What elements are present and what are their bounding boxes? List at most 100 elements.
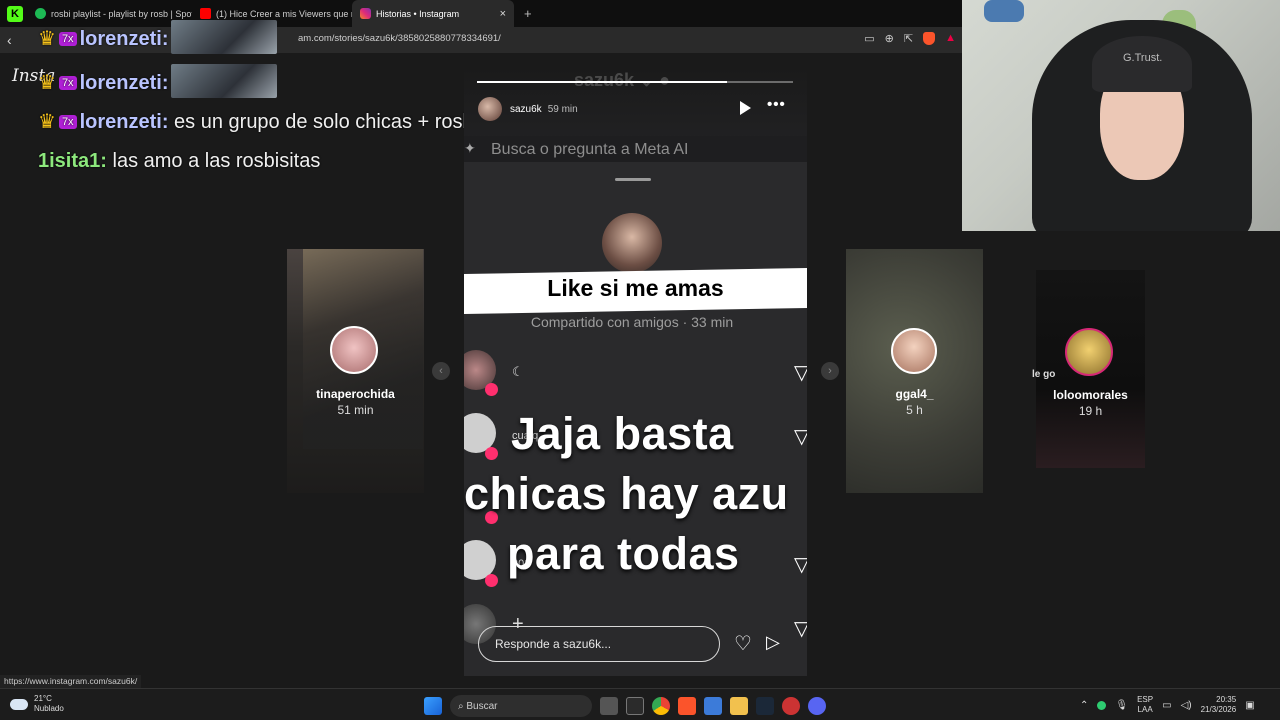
next-story-icon[interactable]: ›: [821, 362, 839, 380]
address-bar-actions: ▭ ⊕ ⇱ ▲: [864, 32, 956, 45]
meta-ai-search[interactable]: ✦ Busca o pregunta a Meta AI: [464, 136, 807, 162]
story-username[interactable]: sazu6k: [510, 104, 542, 115]
spotify-icon: [35, 8, 46, 19]
shared-text: Compartido con amigos · 33 min: [530, 314, 734, 330]
instagram-icon: [360, 8, 371, 19]
like-heart-icon[interactable]: ♡: [734, 631, 752, 656]
tab-instagram[interactable]: Historias • Instagram ×: [352, 0, 514, 27]
brave-icon[interactable]: [678, 697, 696, 715]
new-tab-button[interactable]: +: [524, 6, 532, 21]
chat-colon: :: [161, 111, 169, 133]
story-preview-card[interactable]: tinaperochida 51 min: [287, 249, 424, 493]
weather-widget[interactable]: 21°C Nublado: [10, 694, 64, 714]
system-tray: ⌃ 🎙 ESP LAA ▭ ◁) 20:35 21/3/2026 ▣: [1080, 695, 1255, 715]
crown-icon: ♛: [38, 28, 56, 50]
story-headline: Like si me amas: [547, 275, 724, 301]
taskbar-apps: ⌕ Buscar: [424, 695, 826, 717]
heart-icon: [485, 574, 498, 587]
preview-username: ggal4_: [895, 387, 934, 401]
close-tab-icon[interactable]: ×: [500, 8, 506, 20]
status-dot-icon: [1097, 700, 1107, 710]
volume-icon[interactable]: ◁): [1181, 700, 1192, 711]
youtube-icon: [200, 8, 211, 19]
story-text-line: chicas hay azu: [464, 468, 789, 519]
chat-colon: :: [161, 28, 169, 50]
story-progress-bar: [477, 81, 793, 83]
story-user[interactable]: sazu6k 59 min: [478, 97, 578, 121]
crown-icon: ♛: [38, 111, 56, 133]
notification-icon[interactable]: ▣: [1245, 700, 1254, 711]
brave-shield-icon[interactable]: [923, 32, 936, 45]
weather-temp: 21°C: [34, 694, 52, 703]
chevron-up-icon[interactable]: ⌃: [1080, 700, 1088, 711]
send-icon[interactable]: ▽: [794, 616, 807, 641]
preview-username: loloomorales: [1053, 388, 1128, 402]
progress-fill: [477, 81, 727, 83]
rewards-icon[interactable]: ▲: [945, 32, 956, 45]
task-view-icon[interactable]: [600, 697, 618, 715]
share-icon[interactable]: ⇱: [904, 32, 913, 45]
tab-label: (1) Hice Creer a mis Viewers que me: [216, 8, 352, 19]
chat-colon: :: [100, 150, 107, 172]
beanie-logo: G.Trust.: [1123, 52, 1163, 64]
epic-games-icon[interactable]: [626, 697, 644, 715]
language-indicator[interactable]: ESP LAA: [1137, 695, 1153, 715]
share-send-icon[interactable]: ▷: [766, 632, 780, 653]
tab-label: rosbi playlist - playlist by rosb | Spot…: [51, 8, 192, 19]
chat-emote-image: [171, 64, 278, 98]
preview-time: 5 h: [906, 403, 923, 417]
url-field[interactable]: am.com/stories/sazu6k/385802588077833469…: [298, 33, 501, 44]
clock-date: 21/3/2026: [1200, 705, 1237, 714]
avatar: [1065, 328, 1113, 376]
sub-badge: 7x: [58, 115, 77, 129]
story-text-line: para todas: [507, 528, 740, 579]
avatar: [478, 97, 502, 121]
story-header: sazu6k ⌄ ● sazu6k 59 min ••• ✦ Busca o p…: [464, 66, 807, 162]
chat-emote-image: [171, 20, 278, 54]
screen: K rosbi playlist - playlist by rosb | Sp…: [0, 0, 1280, 720]
story-viewer: sazu6k ⌄ ● sazu6k 59 min ••• ✦ Busca o p…: [464, 66, 807, 676]
chat-text: las amo a las rosbisitas: [112, 150, 321, 172]
zoom-icon[interactable]: ⊕: [885, 32, 894, 45]
clock[interactable]: 20:35 21/3/2026: [1201, 695, 1237, 715]
weather-desc: Nublado: [34, 704, 64, 713]
preview-time: 19 h: [1078, 404, 1103, 418]
lang-code: ESP: [1137, 695, 1154, 704]
story-preview-card[interactable]: ggal4_ 5 h: [846, 249, 983, 493]
app-icon[interactable]: [782, 697, 800, 715]
discord-icon[interactable]: [808, 697, 826, 715]
story-time: 59 min: [547, 103, 578, 115]
back-icon[interactable]: ‹: [7, 32, 12, 48]
microphone-icon[interactable]: 🎙: [1115, 700, 1128, 711]
reply-input[interactable]: Responde a sazu6k...: [478, 626, 720, 662]
chat-username: lorenzeti: [79, 28, 162, 50]
chrome-icon[interactable]: [652, 697, 670, 715]
windows-start-icon[interactable]: [424, 697, 442, 715]
toy-figure: [984, 0, 1024, 22]
sub-badge: 7x: [58, 76, 77, 90]
avatar: [891, 328, 937, 374]
steam-icon[interactable]: [756, 697, 774, 715]
beanie: [1092, 36, 1192, 92]
tab-label: Historias • Instagram: [376, 8, 460, 19]
cloud-icon: [10, 698, 28, 710]
cast-icon[interactable]: ▭: [864, 32, 874, 45]
play-icon[interactable]: [740, 101, 751, 115]
send-icon[interactable]: ▽: [794, 360, 807, 385]
avatar: [602, 213, 662, 273]
more-options-icon[interactable]: •••: [767, 96, 786, 113]
moon-icon: ☾: [512, 364, 524, 379]
previous-story-icon[interactable]: ‹: [432, 362, 450, 380]
taskbar-search[interactable]: ⌕ Buscar: [450, 695, 592, 717]
network-icon[interactable]: ▭: [1162, 700, 1171, 711]
preview-caption: le go: [1032, 369, 1056, 380]
kick-icon[interactable]: K: [7, 5, 23, 22]
chat-colon: :: [161, 72, 169, 94]
webcam-feed: G.Trust.: [962, 0, 1280, 231]
crown-icon: ♛: [38, 72, 56, 94]
meta-ai-icon: ✦: [464, 140, 476, 156]
store-icon[interactable]: [704, 697, 722, 715]
taskbar: 21°C Nublado ⌕ Buscar ⌃ 🎙 ESP LAA ▭ ◁) 2…: [0, 688, 1280, 720]
drag-handle[interactable]: [615, 178, 651, 181]
file-explorer-icon[interactable]: [730, 697, 748, 715]
